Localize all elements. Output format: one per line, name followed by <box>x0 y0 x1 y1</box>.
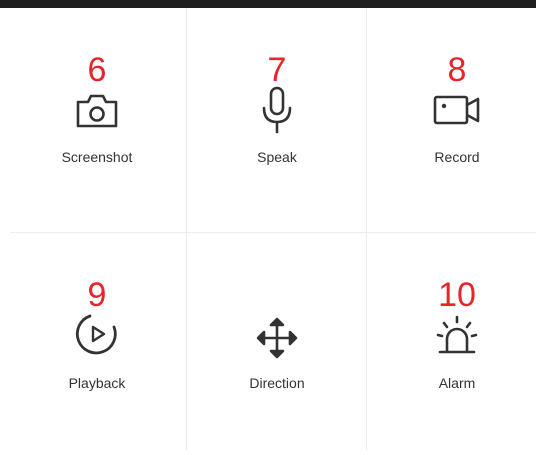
divider <box>186 8 187 450</box>
alarm-siren-icon <box>430 311 484 365</box>
control-grid: 6 Screenshot 7 Speak 8 Record 9 Playback… <box>0 8 536 450</box>
speak-button[interactable]: 7 Speak <box>188 8 366 229</box>
playback-button[interactable]: 9 Playback <box>8 234 186 455</box>
direction-arrows-icon <box>250 311 304 365</box>
alarm-button[interactable]: 10 Alarm <box>368 234 536 455</box>
record-button[interactable]: 8 Record <box>368 8 536 229</box>
tile-label: Alarm <box>438 375 476 391</box>
tile-label: Speak <box>257 149 297 165</box>
tile-label: Record <box>434 149 480 165</box>
playback-icon <box>70 307 124 361</box>
tile-number: 8 <box>447 51 467 89</box>
camera-icon <box>70 84 124 138</box>
video-camera-icon <box>430 84 484 138</box>
tile-number: 6 <box>87 51 107 89</box>
tile-number: 7 <box>267 51 287 89</box>
screenshot-button[interactable]: 6 Screenshot <box>8 8 186 229</box>
divider <box>366 8 367 450</box>
tile-label: Screenshot <box>61 149 133 165</box>
tile-label: Playback <box>68 375 126 391</box>
direction-button[interactable]: Direction <box>188 234 366 455</box>
tile-label: Direction <box>249 375 305 391</box>
divider <box>10 232 536 233</box>
top-bar <box>0 0 536 8</box>
tile-number: 10 <box>438 276 476 314</box>
microphone-icon <box>250 84 304 138</box>
